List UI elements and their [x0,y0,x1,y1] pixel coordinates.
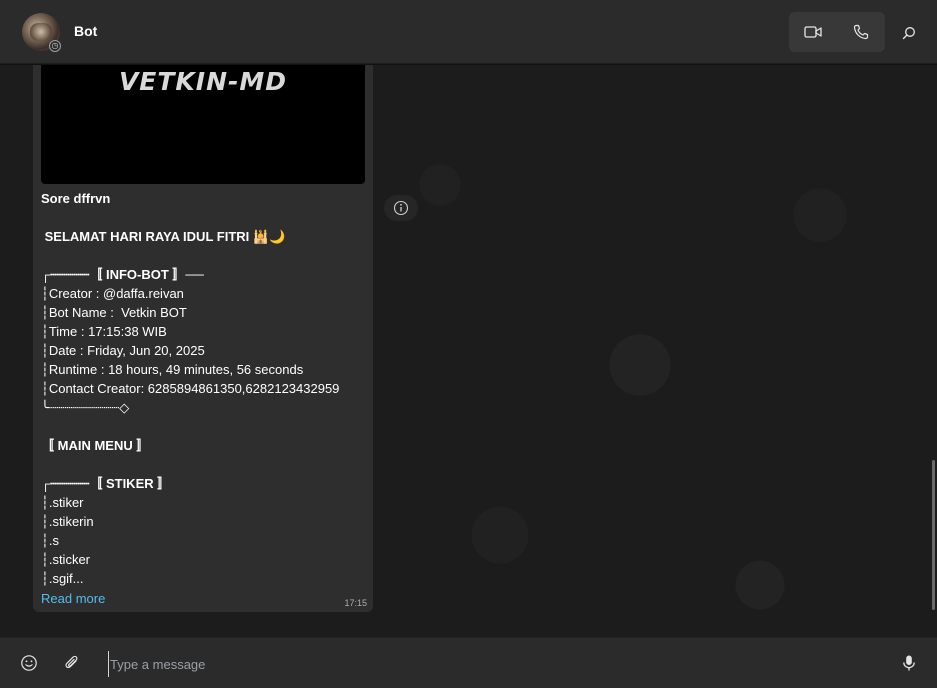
menu-item: ┆.sgif... [41,571,84,586]
message-info-button[interactable] [384,195,418,221]
date-line: ┆Date : Friday, Jun 20, 2025 [41,343,205,358]
time-line: ┆Time : 17:15:38 WIB [41,324,167,339]
read-more-link[interactable]: Read more [41,591,105,606]
voice-message-button[interactable] [897,651,921,675]
media-logo-text: VETKIN-MD [118,67,288,96]
chat-header: ◷ Bot [0,0,937,64]
voice-call-button[interactable] [837,12,885,52]
call-button-group [789,12,885,52]
runtime-line: ┆Runtime : 18 hours, 49 minutes, 56 seco… [41,362,304,377]
info-bot-header-text: ┌┈┈┈┈┈〚 INFO-BOT 〛── [41,267,204,282]
chat-scrollbar[interactable] [932,460,935,610]
search-icon [902,27,915,40]
clock-icon: ◷ [49,40,61,52]
bot-name-line: ┆Bot Name : Vetkin BOT [41,305,187,320]
microphone-icon [903,655,915,671]
message-timestamp: 17:15 [344,598,367,608]
creator-line: ┆Creator : @daffa.reivan [41,286,184,301]
info-bot-footer: ╰┈┈┈┈┈┈┈┈┈◇ [41,400,130,415]
attach-button[interactable] [60,651,84,675]
info-bot-header: ┌┈┈┈┈┈〚 INFO-BOT 〛── [41,267,204,283]
phone-icon [853,24,869,40]
paperclip-icon [65,655,78,669]
video-camera-icon [804,26,822,38]
info-icon [393,200,409,216]
chat-area[interactable]: VETKIN-MD Sore dffrvn SELAMAT HARI RAYA … [0,65,937,637]
menu-item: ┆.s [41,533,59,548]
stiker-header: ┌┈┈┈┈┈〚 STIKER 〛 [41,476,171,491]
message-input[interactable] [108,651,872,677]
composer-bar [0,637,937,688]
main-menu-header: 〚 MAIN MENU 〛 [41,438,150,453]
search-button[interactable] [896,20,922,46]
media-image[interactable]: VETKIN-MD [41,65,365,184]
menu-item: ┆.stiker [41,495,84,510]
video-call-button[interactable] [789,12,837,52]
greeting-line: Sore dffrvn [41,191,111,206]
holiday-line: SELAMAT HARI RAYA IDUL FITRI 🕌🌙 [41,229,286,244]
contact-creator-line: ┆Contact Creator: 6285894861350,62821234… [41,381,340,396]
message-bubble[interactable]: VETKIN-MD Sore dffrvn SELAMAT HARI RAYA … [33,65,373,612]
emoji-icon [21,655,37,671]
emoji-button[interactable] [17,651,41,675]
chat-title[interactable]: Bot [74,23,97,39]
menu-item: ┆.stikerin [41,514,94,529]
menu-item: ┆.sticker [41,552,90,567]
